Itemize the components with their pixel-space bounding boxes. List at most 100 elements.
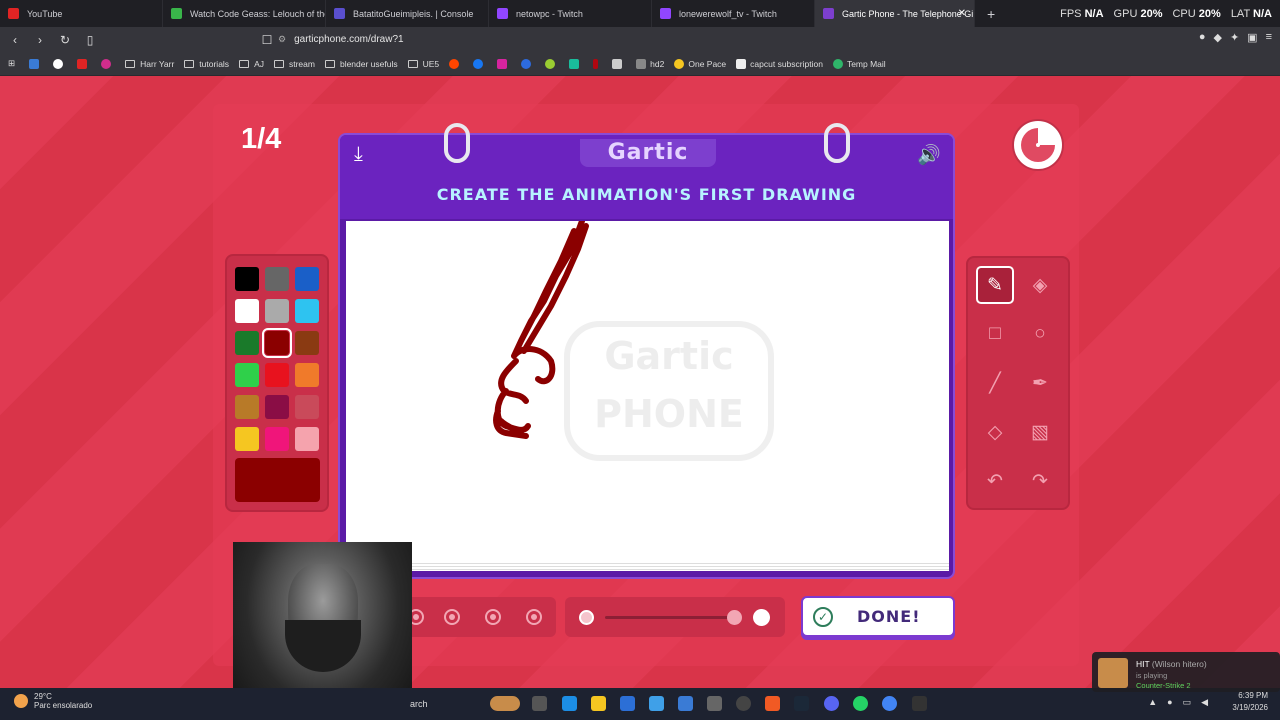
line-tool-icon[interactable]: ╱ [976,364,1014,402]
brave-icon[interactable] [765,696,780,711]
color-swatch-green[interactable] [235,363,259,387]
bookmark-aj[interactable]: AJ [239,59,264,69]
close-tab-icon[interactable]: ✕ [958,8,966,19]
logitech-icon[interactable] [912,696,927,711]
address-bar[interactable]: ⚙ garticphone.com/draw?1 [278,30,998,49]
menu-icon[interactable]: ≡ [1266,31,1272,44]
bookmark-icon[interactable]: ☐ [257,33,277,47]
color-swatch-red[interactable] [265,363,289,387]
calculator-icon[interactable] [620,696,635,711]
redo-icon[interactable]: ↷ [1021,462,1059,500]
bookmark-stream[interactable]: stream [273,59,315,69]
color-swatch-orange[interactable] [295,363,319,387]
photos-icon[interactable] [678,696,693,711]
network-icon[interactable]: ▭ [1183,697,1192,708]
eraser-tool-icon[interactable]: ◈ [1021,266,1059,304]
color-swatch-ochre[interactable] [235,395,259,419]
bookmark-ue5[interactable]: UE5 [407,59,439,69]
bookmark-t[interactable] [521,58,535,69]
steam-icon[interactable] [794,696,809,711]
color-swatch-cyan[interactable] [295,299,319,323]
rectangle-tool-icon[interactable]: □ [976,315,1014,353]
color-swatch-light-pink[interactable] [295,427,319,451]
bookmark-instagram[interactable] [497,58,511,69]
bookmark-capcut[interactable]: capcut subscription [736,58,823,69]
bookmark-one-pace[interactable]: One Pace [674,58,726,69]
whatsapp-icon[interactable] [853,696,868,711]
color-swatch-dark-green[interactable] [235,331,259,355]
brush-size-option[interactable] [526,609,542,625]
color-swatch-gray[interactable] [265,267,289,291]
bookmark-ext[interactable] [545,58,559,69]
bookmark-facebook[interactable] [473,58,487,69]
color-swatch-maroon[interactable] [265,395,289,419]
color-swatch-pink[interactable] [265,427,289,451]
site-info-icon[interactable]: ⚙ [278,34,286,45]
brush-size-option[interactable] [444,609,460,625]
color-swatch-black[interactable] [235,267,259,291]
layer-tool-icon[interactable]: ▧ [1021,413,1059,451]
mic-icon[interactable]: ● [1167,697,1172,708]
color-swatch-rose[interactable] [295,395,319,419]
tab-youtube[interactable]: YouTube [0,0,163,27]
opacity-slider[interactable] [565,597,785,637]
bookmark-ext2[interactable] [569,58,583,69]
store-icon[interactable] [649,696,664,711]
color-swatch-dark-red[interactable] [262,328,292,358]
tab-console[interactable]: BatatitoGueimipleis. | Console [326,0,489,27]
bookmark-reddit[interactable] [449,58,463,69]
color-swatch-blue[interactable] [295,267,319,291]
bookmark-flickr[interactable] [101,58,115,69]
brush-size-option[interactable] [485,609,501,625]
shield-icon[interactable]: ◆ [1213,31,1221,44]
download-icon[interactable]: ⤓ [354,143,363,166]
apps-icon[interactable]: ⊞ [8,58,15,69]
puzzle-icon[interactable]: ✦ [1230,31,1239,44]
tab-twitch-netowpc[interactable]: netowpc - Twitch [489,0,652,27]
file-explorer-icon[interactable] [591,696,606,711]
ellipse-tool-icon[interactable]: ○ [1021,315,1059,353]
new-tab-button[interactable]: + [987,6,995,22]
bookmark-temp-mail[interactable]: Temp Mail [832,58,886,69]
forward-icon[interactable]: › [30,33,50,47]
color-swatch-white[interactable] [235,299,259,323]
back-icon[interactable]: ‹ [5,33,25,47]
bookmark-hd2[interactable]: hd2 [636,58,664,69]
search-highlight-icon[interactable] [490,696,520,711]
vscode-icon[interactable] [562,696,577,711]
bookmark-blender[interactable]: blender usefuls [324,59,398,69]
extension-icon[interactable]: ● [1199,31,1206,44]
sound-icon[interactable]: 🔊 [917,143,941,167]
chrome-icon[interactable] [882,696,897,711]
tab-twitch-lonewerewolf[interactable]: lonewerewolf_tv - Twitch [652,0,815,27]
bookmark-youtube[interactable] [77,58,91,69]
drawing-canvas[interactable]: Gartic PHONE [346,221,949,566]
tab-code-geass[interactable]: Watch Code Geass: Lelouch of the Re [163,0,326,27]
taskbar-search[interactable]: arch [410,694,480,714]
task-view-icon[interactable] [532,696,547,711]
eyedropper-tool-icon[interactable]: ✒ [1021,364,1059,402]
color-swatch-light-gray[interactable] [265,299,289,323]
activity-notification[interactable]: HIT (Wilson hitero) is playing Counter-S… [1092,652,1280,692]
app-icon[interactable] [707,696,722,711]
reload-icon[interactable]: ↻ [55,33,75,47]
obs-icon[interactable] [736,696,751,711]
done-button[interactable]: ✓ DONE! [801,596,955,637]
undo-icon[interactable]: ↶ [976,462,1014,500]
slider-track[interactable] [605,616,735,619]
chevron-up-icon[interactable]: ▲ [1148,697,1157,708]
slider-handle[interactable] [727,610,742,625]
pencil-tool-icon[interactable]: ✎ [976,266,1014,304]
clock[interactable]: 6:39 PM 3/19/2026 [1232,690,1268,714]
bookmark-netflix[interactable] [593,58,602,69]
tab-gartic-phone[interactable]: Gartic Phone - The Telephone Gi ✕ [815,0,975,27]
sidebar-toggle-icon[interactable]: ▯ [80,33,100,47]
fill-tool-icon[interactable]: ◇ [976,413,1014,451]
weather-widget[interactable]: 29°C Parc ensolarado [14,692,92,710]
color-swatch-yellow[interactable] [235,427,259,451]
bookmark-shortcut[interactable] [29,58,43,69]
bookmark-harr-yarr[interactable]: Harr Yarr [125,59,174,69]
bookmark-google[interactable] [53,58,67,69]
volume-icon[interactable]: ◀ [1201,697,1208,708]
bookmark-tutorials[interactable]: tutorials [184,59,229,69]
